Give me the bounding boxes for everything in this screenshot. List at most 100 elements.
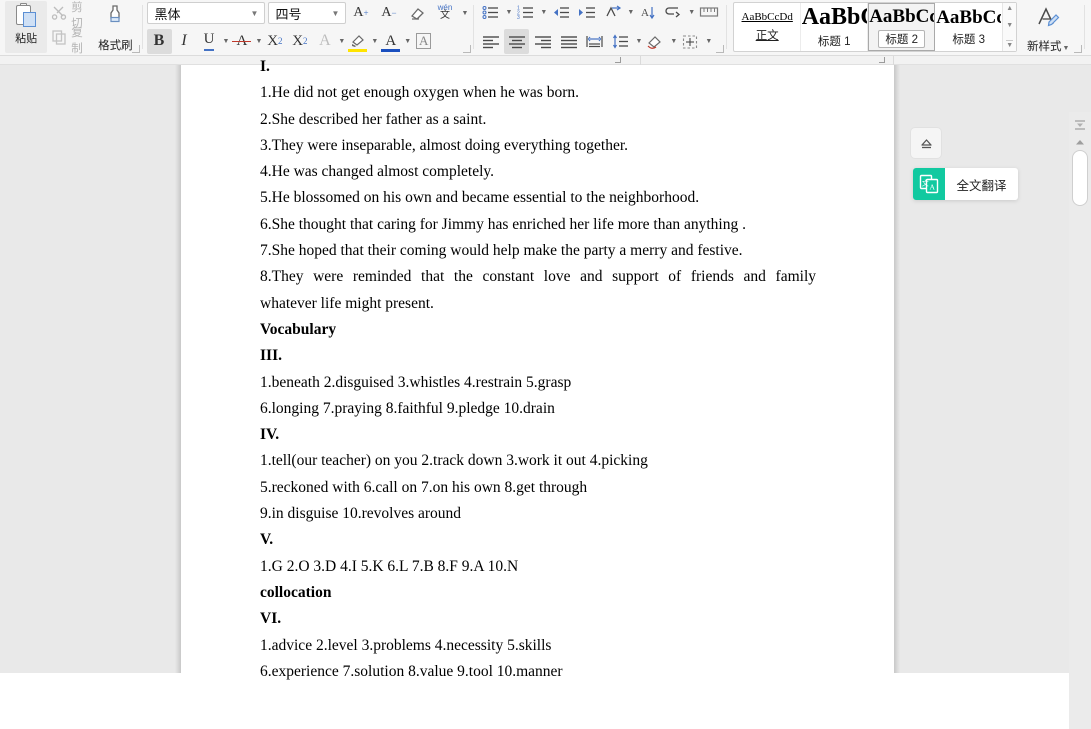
chevron-down-icon[interactable]: ▼ [688,9,695,16]
underline-button[interactable]: U [197,29,222,54]
collapse-panel-button[interactable] [911,128,941,158]
align-center-button[interactable] [504,29,530,54]
grid-lines-button[interactable] [696,0,721,25]
line-spacing-button[interactable] [608,29,633,54]
scroll-up-button[interactable] [1073,136,1087,148]
document-workspace: I. 1.He did not get enough oxygen when he… [0,56,1091,729]
superscript-button[interactable]: X2 [262,29,287,54]
shading-button[interactable] [643,29,668,54]
asian-layout-icon [606,5,621,17]
character-border-button[interactable]: A [411,29,436,54]
document-line: 7.She hoped that their coming would help… [260,242,743,260]
chevron-down-icon[interactable]: ▼ [462,10,469,17]
font-color-button[interactable]: A [378,29,403,54]
grow-font-button[interactable]: A + [349,1,374,26]
style-name: 标题 1 [817,36,851,48]
paste-button[interactable]: 粘贴 [5,1,48,53]
copy-button[interactable]: 复制 [47,27,94,55]
document-line: 2.She described her father as a saint. [260,110,487,128]
bullets-icon [482,6,498,19]
increase-indent-button[interactable] [574,0,599,25]
split-view-icon[interactable] [1074,118,1086,130]
chevron-down-icon[interactable]: ▼ [223,38,230,45]
style-name: 正文 [755,29,779,42]
vertical-scrollbar[interactable] [1069,112,1091,729]
chevron-down-icon[interactable]: ▼ [338,38,345,45]
chevron-down-icon[interactable]: ▼ [371,38,378,45]
font-size-select[interactable]: 四号 ▼ [267,2,346,24]
align-right-button[interactable] [530,29,555,54]
document-line: 6.longing 7.praying 8.faithful 9.pledge … [260,399,555,417]
chevron-down-icon[interactable]: ▼ [404,38,411,45]
char-border-label: A [415,33,432,49]
styles-more-button[interactable]: ▼ [1006,39,1014,49]
chevron-down-icon[interactable]: ▼ [505,9,512,16]
chevron-down-icon[interactable]: ▼ [329,9,343,18]
styles-scroll-down-button[interactable]: ▼ [1006,22,1013,29]
document-page[interactable]: I. 1.He did not get enough oxygen when he… [175,58,900,680]
chevron-down-icon[interactable]: ▼ [248,9,262,18]
justify-button[interactable] [556,29,581,54]
styles-gallery-scrollbar[interactable]: ▲ ▼ ▼ [1002,3,1017,51]
sort-icon: A [641,7,655,20]
chevron-down-icon[interactable]: ▼ [627,9,634,16]
document-line: 4.He was changed almost completely. [260,163,495,181]
document-line: 6.experience 7.solution 8.value 9.tool 1… [260,662,563,680]
text-effects-button[interactable]: A [312,29,337,54]
sort-button[interactable]: A [635,0,660,25]
style-name: 标题 2 [878,29,925,48]
new-style-button[interactable]: 新样式▼ [1017,1,1079,53]
styles-gallery: AaBbCcDd 正文 AaBbCc 标题 1 AaBbCc 标题 2 AaBb… [733,2,1018,52]
highlighter-icon [351,34,364,47]
borders-icon [683,34,698,49]
chevron-down-icon[interactable]: ▼ [705,38,712,45]
style-preview: AaBbCc [801,5,867,29]
decrease-indent-button[interactable] [548,0,573,25]
chevron-down-icon[interactable]: ▼ [540,9,547,16]
copy-icon [51,29,67,50]
font-name-select[interactable]: 黑体 ▼ [146,2,265,24]
ruler-tab-marker[interactable] [879,57,885,63]
format-painter-label: 格式刷 [98,40,133,52]
highlight-button[interactable] [345,29,370,54]
bold-button[interactable]: B [146,28,172,54]
style-item-body[interactable]: AaBbCcDd 正文 [734,3,802,51]
scrollbar-thumb[interactable] [1072,150,1088,206]
pinyin-layout-button[interactable] [600,0,625,25]
style-item-heading3[interactable]: AaBbCc 标题 3 [935,3,1002,51]
shrink-font-button[interactable]: A − [377,1,402,26]
grow-font-sup: + [363,8,369,18]
borders-button[interactable] [678,29,703,54]
align-left-button[interactable] [478,29,503,54]
font-dialog-launcher[interactable] [463,45,472,53]
styles-dialog-launcher[interactable] [1074,45,1083,53]
style-item-heading2[interactable]: AaBbCc 标题 2 [868,3,936,51]
bullet-list-button[interactable] [478,0,503,25]
document-line: VI. [260,610,282,628]
subscript-sub: 2 [303,36,308,46]
paragraph-dialog-launcher[interactable] [716,45,725,53]
svg-text:3: 3 [517,15,520,20]
chevron-down-icon[interactable]: ▼ [670,38,677,45]
ruler-divider [893,56,894,65]
superscript-sup: 2 [278,36,283,46]
italic-button[interactable]: I [172,29,197,54]
format-painter-button[interactable]: 格式刷 [94,1,136,53]
numbered-list-button[interactable]: 1 2 3 [513,0,538,25]
clipboard-dialog-launcher[interactable] [131,45,140,53]
chevron-down-icon[interactable]: ▼ [255,38,262,45]
document-line: 1.G 2.O 3.D 4.I 5.K 6.L 7.B 8.F 9.A 10.N [260,557,519,575]
pinyin-guide-button[interactable]: wén 文 [433,1,458,26]
style-item-heading1[interactable]: AaBbCc 标题 1 [801,3,869,51]
line-spacing-icon [612,34,628,49]
distribute-button[interactable] [582,29,607,54]
ruler-grid-icon [699,7,718,17]
clear-formatting-button[interactable] [405,1,430,26]
document-text-body[interactable]: I. 1.He did not get enough oxygen when he… [260,54,816,685]
show-formatting-marks-button[interactable] [661,0,686,25]
subscript-button[interactable]: X2 [287,29,312,54]
translate-document-button[interactable]: 文 A 全文翻译 [913,168,1018,200]
strikethrough-button[interactable]: A [229,29,254,54]
chevron-down-icon[interactable]: ▼ [635,38,642,45]
styles-scroll-up-button[interactable]: ▲ [1006,5,1013,12]
